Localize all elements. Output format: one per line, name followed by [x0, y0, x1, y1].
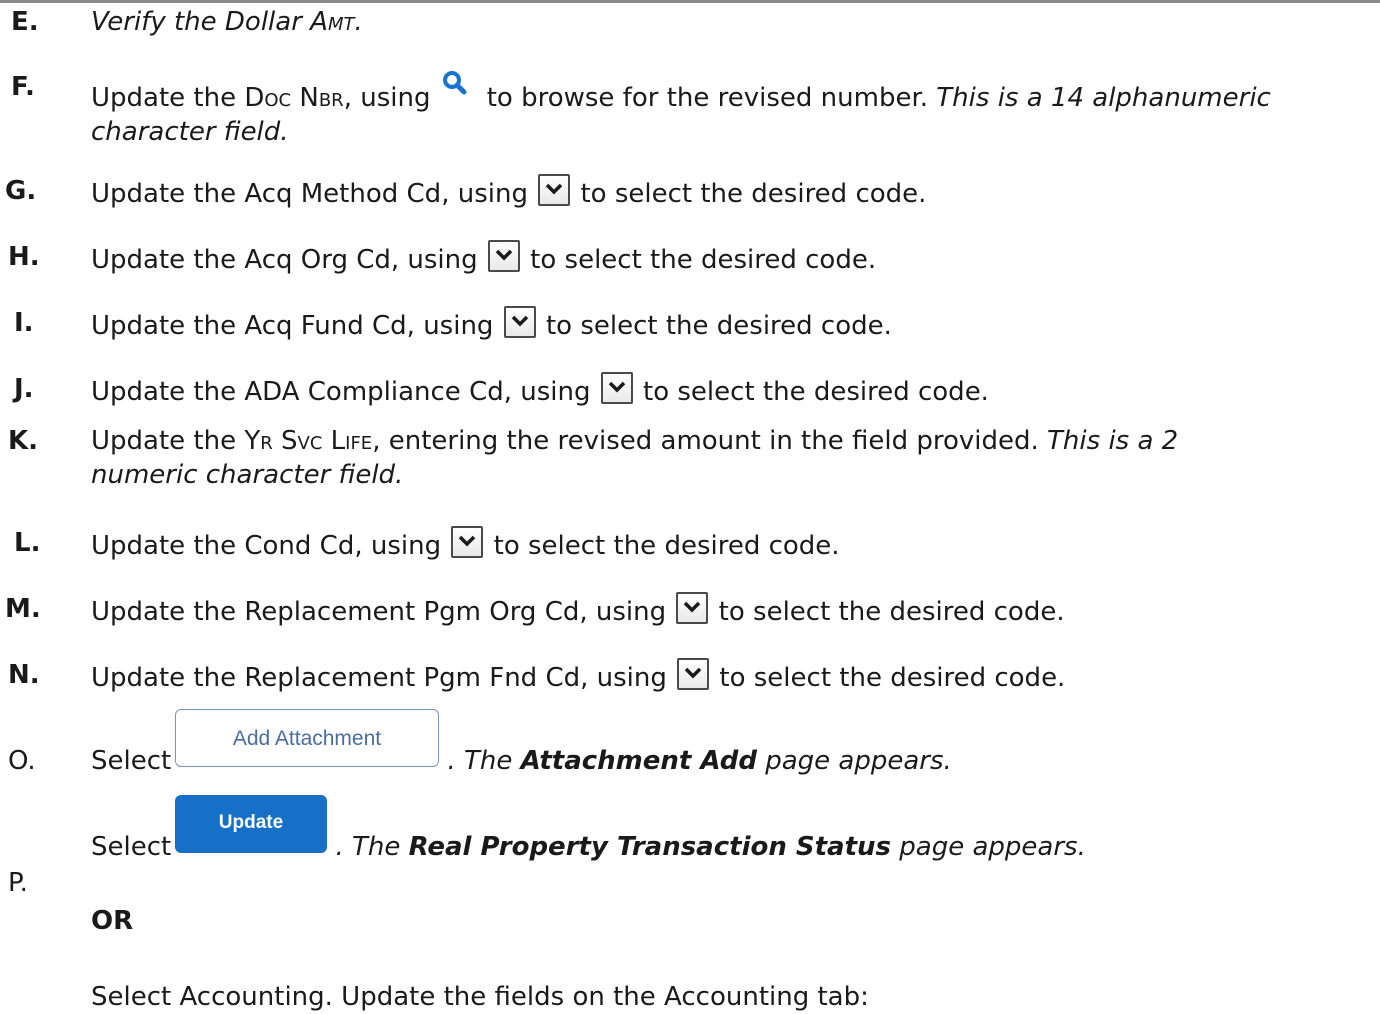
add-attachment-button[interactable]: Add Attachment [175, 709, 439, 767]
chevron-down-icon[interactable] [676, 592, 709, 624]
step-text: Update the Doc Nbr, using to browse for … [91, 70, 1376, 149]
chevron-down-icon[interactable] [677, 658, 710, 690]
step-letter: N. [8, 660, 40, 690]
step-text: Update the Acq Fund Cd, using to select … [91, 306, 1376, 343]
field-name: Amt [310, 7, 355, 37]
step-letter: I. [14, 308, 34, 338]
step-letter: M. [5, 594, 41, 624]
step-text: Update the ADA Compliance Cd, using to s… [91, 372, 1376, 409]
field-name: Doc Nbr [244, 83, 344, 113]
step-text: Update the Cond Cd, using to select the … [91, 526, 1376, 563]
chevron-down-icon[interactable] [538, 174, 571, 206]
chevron-down-icon[interactable] [600, 372, 633, 404]
step-letter: F. [11, 72, 35, 102]
step-letter: H. [8, 242, 40, 272]
step-text: Select Add Attachment. The Attachment Ad… [91, 709, 1376, 778]
update-button[interactable]: Update [175, 795, 327, 853]
step-letter: J. [14, 374, 34, 404]
step-letter: K. [8, 426, 39, 456]
step-letter: O. [8, 746, 36, 776]
step-letter: P. [8, 868, 28, 898]
chevron-down-icon[interactable] [487, 240, 520, 272]
magnifier-icon[interactable] [442, 70, 468, 100]
top-divider [0, 0, 1380, 3]
step-text: Update the Acq Method Cd, using to selec… [91, 174, 1376, 211]
step-text: Update the Acq Org Cd, using to select t… [91, 240, 1376, 277]
field-name: Yr Svc Life [244, 426, 373, 456]
step-text: Update the Yr Svc Life, entering the rev… [91, 426, 1179, 490]
chevron-down-icon[interactable] [451, 526, 484, 558]
step-text: Update the Replacement Pgm Fnd Cd, using… [91, 658, 1376, 695]
step-text: Verify the Dollar Amt. [91, 7, 363, 37]
step-text: Select Update. The Real Property Transac… [91, 795, 1376, 864]
step-text: Update the Replacement Pgm Org Cd, using… [91, 592, 1376, 629]
step-letter: E. [11, 7, 39, 37]
step-letter: G. [5, 176, 37, 206]
chevron-down-icon[interactable] [503, 306, 536, 338]
step-letter: L. [14, 528, 41, 558]
